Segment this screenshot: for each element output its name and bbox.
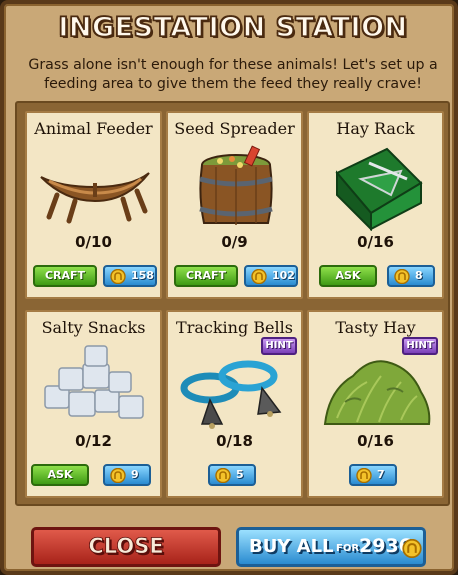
horseshoe-coin-icon [356, 468, 372, 483]
buy-with-coins-button[interactable]: 5 [208, 464, 256, 486]
items-grid: Animal Feeder 0/10 CRAFT 158 Seed Spread… [15, 101, 450, 506]
buy-all-button[interactable]: BUY ALL FOR 2936 [236, 527, 426, 567]
item-progress-count: 0/10 [75, 233, 112, 251]
item-card-hay-rack: Hay Rack 0/16 ASK 8 [307, 111, 444, 299]
item-progress-count: 0/16 [357, 233, 394, 251]
item-name: Tracking Bells [176, 318, 293, 337]
item-progress-count: 0/16 [357, 432, 394, 450]
horseshoe-coin-icon [110, 468, 126, 483]
salt-blocks-icon [44, 345, 144, 419]
item-progress-count: 0/18 [216, 432, 253, 450]
bells-icon [180, 360, 282, 429]
hay-pile-icon [323, 360, 431, 425]
item-progress-count: 0/12 [75, 432, 112, 450]
item-name: Salty Snacks [41, 318, 146, 337]
coin-price: 8 [415, 269, 423, 282]
close-button[interactable]: CLOSE [31, 527, 221, 567]
hay-rack-icon [335, 147, 423, 231]
coin-price: 9 [131, 468, 139, 481]
buy-with-coins-button[interactable]: 8 [387, 265, 435, 287]
item-name: Seed Spreader [174, 119, 295, 138]
item-name: Animal Feeder [34, 119, 153, 138]
buy-with-coins-button[interactable]: 9 [103, 464, 151, 486]
buy-all-label: BUY ALL [249, 536, 334, 557]
craft-button[interactable]: CRAFT [174, 265, 238, 287]
item-progress-count: 0/9 [221, 233, 248, 251]
ask-friends-button[interactable]: ASK [319, 265, 377, 287]
horseshoe-coin-icon [215, 468, 231, 483]
item-name: Hay Rack [336, 119, 415, 138]
coin-price: 102 [272, 269, 295, 282]
craft-button[interactable]: CRAFT [33, 265, 97, 287]
item-card-tracking-bells: Tracking Bells HINT 0/18 5 [166, 310, 303, 498]
item-card-seed-spreader: Seed Spreader 0/9 CRAFT 102 [166, 111, 303, 299]
coin-price: 5 [236, 468, 244, 481]
buy-all-for-label: FOR [336, 543, 360, 554]
ingestation-dialog: INGESTATION STATION Grass alone isn't en… [0, 0, 458, 575]
ask-friends-button[interactable]: ASK [31, 464, 89, 486]
item-card-salty-snacks: Salty Snacks 0/12 ASK 9 [25, 310, 162, 498]
item-card-tasty-hay: Tasty Hay HINT 0/16 7 [307, 310, 444, 498]
dialog-intro-text: Grass alone isn't enough for these anima… [28, 57, 438, 92]
horseshoe-coin-icon [110, 269, 126, 284]
coin-price: 158 [131, 269, 154, 282]
seed-barrel-icon [199, 145, 273, 225]
canoe-feeder-icon [40, 172, 150, 224]
coin-price: 7 [377, 468, 385, 481]
buy-with-coins-button[interactable]: 7 [349, 464, 397, 486]
buy-with-coins-button[interactable]: 102 [244, 265, 298, 287]
buy-with-coins-button[interactable]: 158 [103, 265, 157, 287]
item-name: Tasty Hay [335, 318, 416, 337]
dialog-title: INGESTATION STATION [58, 11, 408, 43]
item-card-animal-feeder: Animal Feeder 0/10 CRAFT 158 [25, 111, 162, 299]
horseshoe-coin-icon [251, 269, 267, 284]
horseshoe-coin-icon [394, 269, 410, 284]
horseshoe-coin-icon [402, 539, 422, 558]
